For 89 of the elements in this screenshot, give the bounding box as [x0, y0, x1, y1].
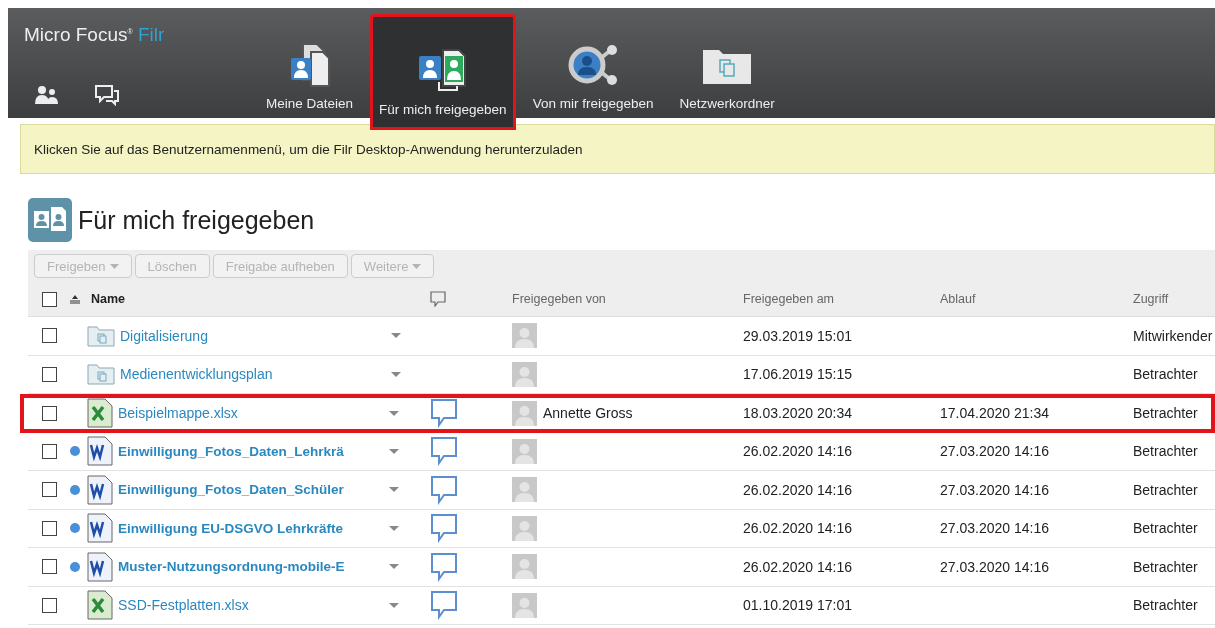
- caret-icon[interactable]: [389, 602, 399, 608]
- file-link[interactable]: Einwilligung_Fotos_Daten_Schüler: [118, 482, 380, 498]
- document-icon: [87, 474, 113, 505]
- avatar-icon: [512, 400, 537, 426]
- avatar-icon: [512, 323, 537, 349]
- sharer-name: Annette Gross: [543, 405, 633, 422]
- file-link[interactable]: Medienentwicklungsplan: [120, 366, 382, 383]
- shared-documents-icon: [28, 198, 72, 242]
- avatar-icon: [512, 515, 537, 541]
- avatar-icon: [512, 438, 537, 464]
- row-checkbox[interactable]: [42, 597, 57, 613]
- table-cell: Betrachter: [1133, 520, 1198, 537]
- chat-icon[interactable]: [94, 84, 120, 106]
- avatar-icon: [512, 361, 537, 387]
- spreadsheet-icon: [87, 590, 113, 621]
- table-cell: 29.03.2019 15:01: [743, 327, 852, 344]
- nav-tab[interactable]: Meine Dateien: [257, 18, 363, 118]
- document-icon: [87, 513, 113, 544]
- caret-icon[interactable]: [391, 371, 401, 377]
- row-checkbox[interactable]: [42, 443, 57, 459]
- product-name: Filr: [137, 24, 165, 45]
- avatar-icon: [512, 554, 537, 580]
- table-cell: 17.06.2019 15:15: [743, 366, 852, 383]
- row-checkbox[interactable]: [42, 405, 57, 421]
- column-header[interactable]: Freigegeben von: [512, 292, 606, 306]
- nav-tab[interactable]: Für mich freigegeben: [370, 14, 516, 130]
- table-cell: 17.04.2020 21:34: [940, 405, 1049, 422]
- page-title: Für mich freigegeben: [78, 205, 315, 235]
- users-icon[interactable]: [34, 85, 60, 105]
- column-header[interactable]: Freigegeben am: [743, 292, 835, 306]
- caret-icon[interactable]: [389, 564, 399, 570]
- caret-icon[interactable]: [389, 487, 399, 493]
- file-link[interactable]: Einwilligung_Fotos_Daten_Lehrkrä: [118, 443, 380, 459]
- row-checkbox[interactable]: [42, 366, 57, 382]
- sort-icon[interactable]: [70, 294, 80, 304]
- table-cell: 27.03.2020 14:16: [940, 481, 1049, 498]
- row-checkbox[interactable]: [42, 559, 57, 575]
- table-cell: Betrachter: [1133, 443, 1198, 460]
- document-icon: [87, 551, 113, 582]
- table-cell: Betrachter: [1133, 481, 1198, 498]
- table-cell: 01.10.2019 17:01: [743, 597, 852, 614]
- table-cell: Mitwirkender: [1133, 327, 1213, 344]
- table-cell: Betrachter: [1133, 405, 1198, 422]
- table-cell: 27.03.2020 14:16: [940, 443, 1049, 460]
- table-cell: 27.03.2020 14:16: [940, 520, 1049, 537]
- document-icon: [87, 436, 113, 467]
- select-all-checkbox[interactable]: [42, 291, 57, 307]
- caret-icon[interactable]: [389, 410, 399, 416]
- brand-logo: Micro Focus$^{®}$: [24, 24, 133, 45]
- row-checkbox[interactable]: [42, 328, 57, 344]
- table-cell: Betrachter: [1133, 558, 1198, 575]
- caret-icon: [109, 263, 119, 269]
- avatar-icon: [512, 477, 537, 503]
- caret-icon[interactable]: [389, 448, 399, 454]
- table-cell: Betrachter: [1133, 597, 1198, 614]
- table-cell: Betrachter: [1133, 366, 1198, 383]
- folder-icon: [87, 363, 115, 386]
- file-link[interactable]: Digitalisierung: [120, 327, 382, 344]
- comment-icon[interactable]: [430, 474, 458, 505]
- spreadsheet-icon: [87, 398, 113, 429]
- file-link[interactable]: Beispielmappe.xlsx: [118, 405, 380, 422]
- comment-icon[interactable]: [430, 590, 458, 621]
- nav-tab[interactable]: Netzwerkordner: [670, 18, 784, 118]
- file-link[interactable]: Muster-Nutzungsordnung-mobile-E: [118, 559, 380, 575]
- avatar-icon: [512, 592, 537, 618]
- table-cell: 26.02.2020 14:16: [743, 443, 852, 460]
- folder-icon: [87, 324, 115, 347]
- row-checkbox[interactable]: [42, 520, 57, 536]
- table-cell: 18.03.2020 20:34: [743, 405, 852, 422]
- column-header[interactable]: Ablauf: [940, 292, 976, 306]
- file-link[interactable]: Einwilligung EU-DSGVO Lehrkräfte: [118, 520, 380, 536]
- nav-tab[interactable]: Von mir freigegeben: [523, 18, 663, 118]
- comment-icon[interactable]: [430, 436, 458, 467]
- column-header[interactable]: Zugriff: [1133, 292, 1169, 306]
- comment-icon: [430, 291, 446, 307]
- banner-text: Klicken Sie auf das Benutzernamenmenü, um die Filr Desktop-Anwendung herunterzuladen: [34, 141, 583, 157]
- comment-icon[interactable]: [430, 513, 458, 544]
- comment-icon[interactable]: [430, 551, 458, 582]
- comment-icon[interactable]: [430, 398, 458, 429]
- table-cell: 26.02.2020 14:16: [743, 558, 852, 575]
- table-cell: 26.02.2020 14:16: [743, 481, 852, 498]
- caret-icon[interactable]: [391, 333, 401, 339]
- caret-icon: [412, 263, 422, 269]
- table-cell: 26.02.2020 14:16: [743, 520, 852, 537]
- table-cell: 27.03.2020 14:16: [940, 558, 1049, 575]
- column-header[interactable]: Name: [91, 292, 126, 306]
- row-checkbox[interactable]: [42, 482, 57, 498]
- file-link[interactable]: SSD-Festplatten.xlsx: [118, 597, 380, 614]
- caret-icon[interactable]: [389, 525, 399, 531]
